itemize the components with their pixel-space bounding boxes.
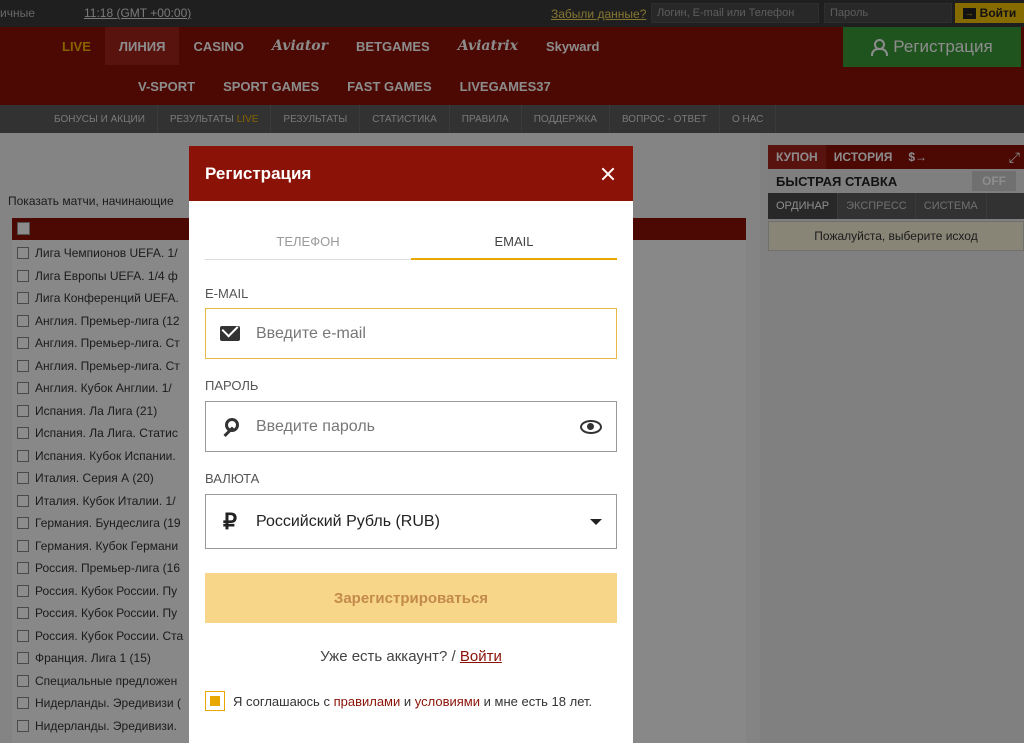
have-account-label: Уже есть аккаунт? / [320, 648, 456, 665]
agree-checkbox[interactable] [205, 691, 225, 711]
eye-icon[interactable] [580, 419, 602, 434]
password-label: ПАРОЛЬ [205, 378, 259, 393]
password-placeholder: Введите пароль [256, 417, 375, 435]
agree-prefix: Я соглашаюсь с [233, 693, 330, 709]
agree-suffix: и мне есть 18 лет. [483, 693, 593, 709]
rules-link[interactable]: правилами [334, 694, 401, 709]
currency-value: Российский Рубль (RUB) [256, 512, 440, 530]
agree-and: и [403, 693, 412, 709]
agree-terms: Я соглашаюсь с правилами и условиями и м… [205, 691, 592, 711]
login-link[interactable]: Войти [460, 648, 502, 665]
currency-select[interactable]: ₽ Российский Рубль (RUB) [205, 494, 617, 549]
terms-link[interactable]: условиями [415, 694, 480, 709]
close-icon[interactable] [599, 165, 617, 183]
tab-email[interactable]: EMAIL [411, 230, 617, 260]
registration-modal: Регистрация ТЕЛЕФОН EMAIL E-MAIL Введите… [189, 146, 633, 743]
email-label: E-MAIL [205, 286, 249, 301]
have-account-text: Уже есть аккаунт? / Войти [189, 648, 633, 665]
key-icon [220, 417, 240, 437]
ruble-icon: ₽ [223, 508, 237, 534]
modal-title: Регистрация [205, 163, 312, 183]
email-field[interactable]: Введите e-mail [205, 308, 617, 359]
tab-phone[interactable]: ТЕЛЕФОН [205, 230, 411, 260]
password-field[interactable]: Введите пароль [205, 401, 617, 452]
mail-icon [220, 326, 240, 341]
chevron-down-icon [590, 518, 602, 525]
currency-label: ВАЛЮТА [205, 471, 260, 486]
email-placeholder: Введите e-mail [256, 324, 366, 342]
register-submit-button[interactable]: Зарегистрироваться [205, 573, 617, 623]
